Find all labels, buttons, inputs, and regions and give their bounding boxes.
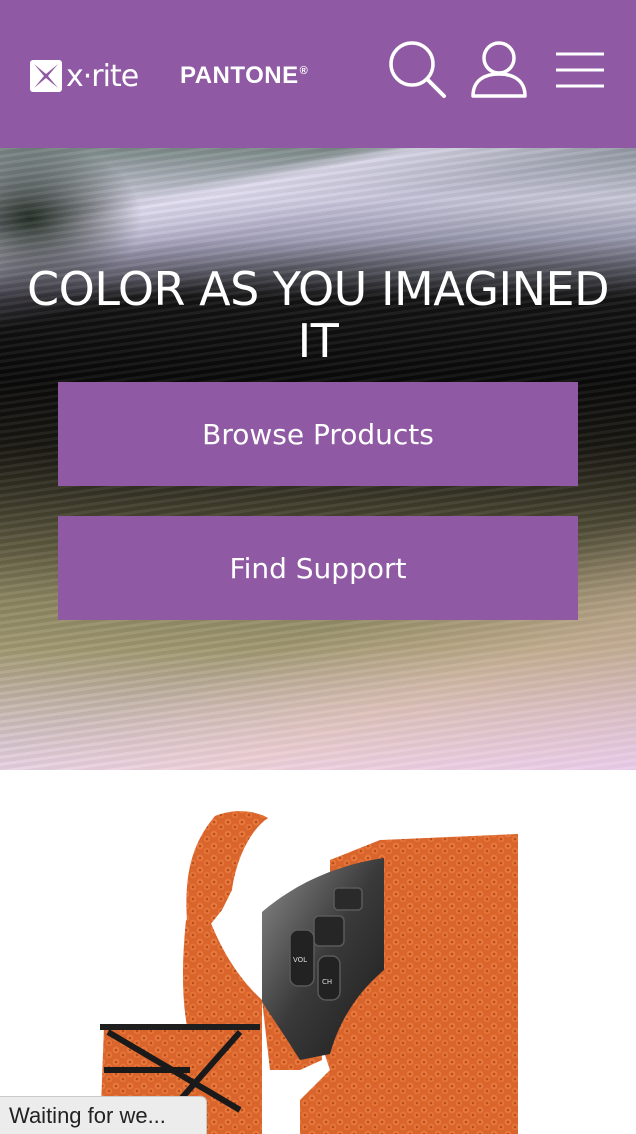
user-icon[interactable] <box>467 38 531 102</box>
hero-banner: COLOR AS YOU IMAGINED IT Browse Products… <box>0 148 636 770</box>
pantone-wordmark: PANTONE <box>180 62 299 89</box>
ch-label: CH <box>322 978 332 986</box>
site-header: x·rite PANTONE® <box>0 0 636 148</box>
browser-status-bar: Waiting for we... <box>0 1096 207 1134</box>
xrite-logo-icon <box>30 60 62 92</box>
pantone-logo[interactable]: PANTONE® <box>180 62 308 90</box>
search-icon[interactable] <box>386 38 450 102</box>
steering-wheel-leather-image: VOL CH <box>100 811 518 1134</box>
registered-mark: ® <box>299 65 309 77</box>
xrite-wordmark: x·rite <box>66 58 139 94</box>
vol-label: VOL <box>293 956 307 964</box>
find-support-button[interactable]: Find Support <box>58 516 578 620</box>
menu-icon[interactable] <box>548 38 612 102</box>
browse-products-button[interactable]: Browse Products <box>58 382 578 486</box>
product-image: VOL CH <box>0 770 636 1134</box>
hero-title: COLOR AS YOU IMAGINED IT <box>27 262 610 368</box>
xrite-logo[interactable]: x·rite <box>28 56 139 96</box>
